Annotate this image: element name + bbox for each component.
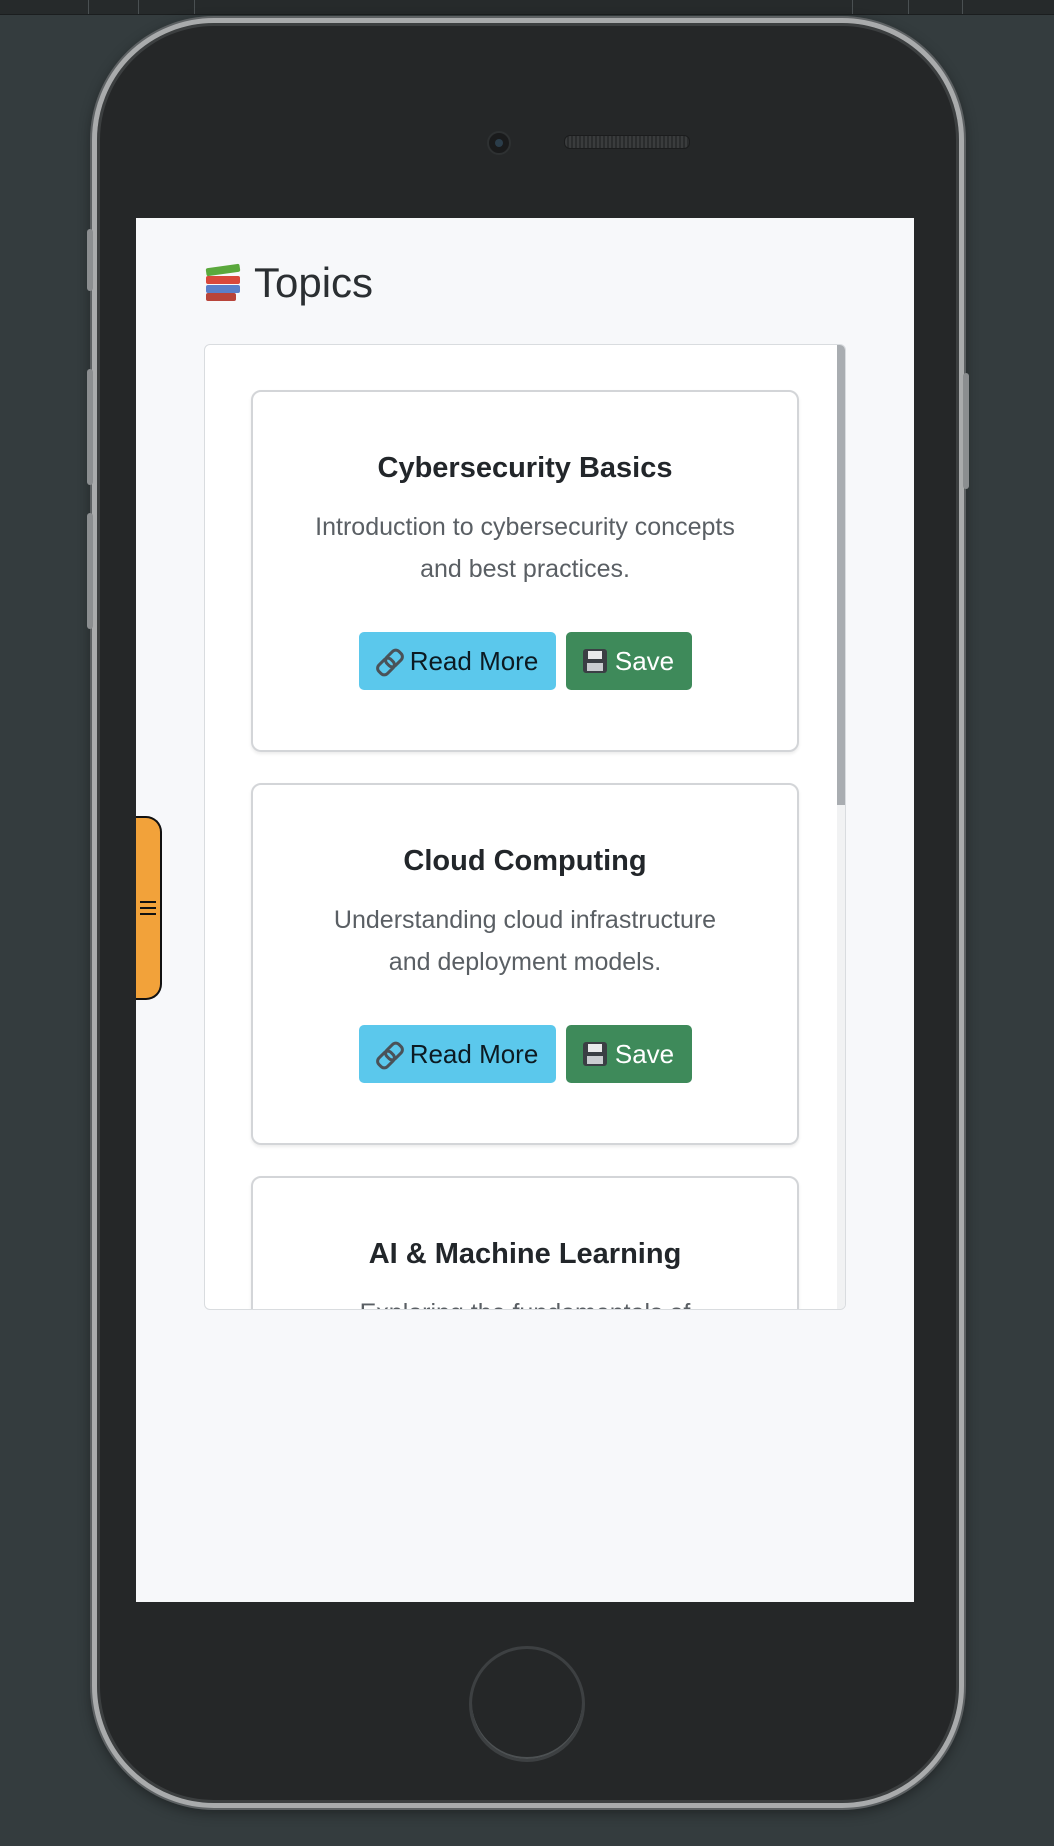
- save-button[interactable]: Save: [565, 1025, 692, 1083]
- save-button[interactable]: Save: [565, 632, 692, 690]
- mute-switch: [87, 229, 93, 291]
- page-title: Topics: [204, 262, 373, 304]
- volume-down-button: [87, 513, 93, 629]
- topic-card: Cybersecurity Basics Introduction to cyb…: [251, 390, 799, 752]
- read-more-button[interactable]: Read More: [358, 1025, 556, 1083]
- topic-card: Cloud Computing Understanding cloud infr…: [251, 783, 799, 1145]
- card-title: AI & Machine Learning: [368, 1238, 682, 1270]
- books-icon: [204, 263, 242, 302]
- scrollbar-track[interactable]: [837, 345, 845, 1309]
- save-label: Save: [614, 1038, 675, 1069]
- phone-screen: Topics Cybersecurity Basics Introduction…: [136, 218, 914, 1602]
- card-title: Cybersecurity Basics: [377, 452, 673, 484]
- card-actions: Read More Save: [253, 1025, 797, 1083]
- floppy-disk-icon: [582, 1042, 607, 1066]
- drawer-toggle-button[interactable]: [136, 816, 162, 1000]
- card-description: Exploring the fundamentals of: [313, 1292, 737, 1309]
- link-icon: [376, 648, 402, 674]
- card-description: Introduction to cybersecurity concepts a…: [315, 513, 735, 583]
- read-more-label: Read More: [409, 645, 539, 676]
- topics-list[interactable]: Cybersecurity Basics Introduction to cyb…: [204, 344, 846, 1310]
- card-actions: Read More Save: [253, 632, 797, 690]
- read-more-label: Read More: [409, 1038, 539, 1069]
- page-title-text: Topics: [254, 259, 374, 306]
- card-description: Understanding cloud infrastructure and d…: [333, 906, 717, 976]
- save-label: Save: [614, 645, 675, 676]
- card-title: Cloud Computing: [403, 845, 647, 877]
- read-more-button[interactable]: Read More: [358, 632, 556, 690]
- speaker-grille: [564, 135, 690, 149]
- camera-icon: [487, 131, 511, 155]
- floppy-disk-icon: [582, 649, 607, 673]
- topic-card: AI & Machine Learning Exploring the fund…: [251, 1176, 799, 1309]
- home-button[interactable]: [469, 1646, 585, 1762]
- hamburger-icon: [140, 901, 156, 915]
- link-icon: [376, 1041, 402, 1067]
- top-toolbar: [0, 0, 1054, 15]
- scrollbar-thumb[interactable]: [837, 345, 845, 805]
- volume-up-button: [87, 369, 93, 485]
- power-button: [963, 373, 969, 489]
